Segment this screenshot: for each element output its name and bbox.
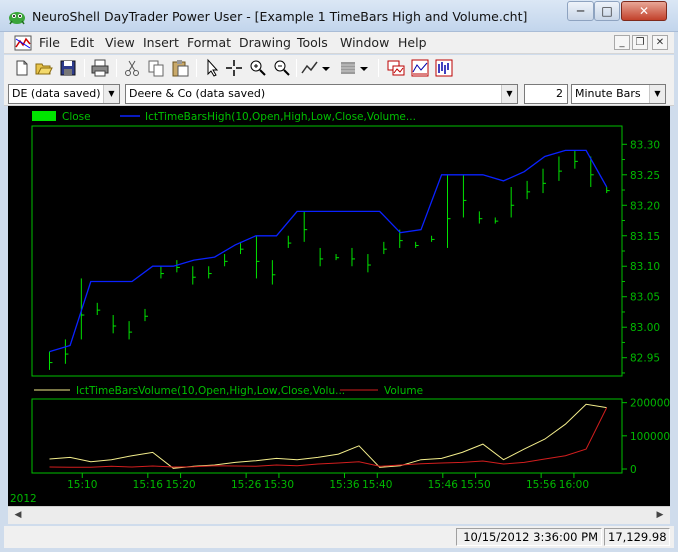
close-button[interactable]: ✕ — [621, 1, 667, 21]
price-axis-label: 83.25 — [630, 170, 660, 182]
maximize-button[interactable]: □ — [594, 1, 620, 21]
app-logo-icon — [9, 12, 25, 25]
symbol-selector-row: DE (data saved) ▼ Deere & Co (data saved… — [4, 82, 674, 106]
volume-panel-frame — [31, 398, 623, 474]
document-restore-button[interactable]: ❐ — [632, 35, 648, 50]
time-axis-label: 15:40 — [362, 479, 392, 491]
chevron-down-icon[interactable]: ▼ — [103, 85, 119, 103]
scroll-left-icon[interactable]: ◀ — [10, 508, 26, 523]
copy-icon[interactable] — [146, 58, 166, 78]
menu-file[interactable]: File — [39, 35, 60, 50]
legend-indicator-volume-label: IctTimeBarsVolume(10,Open,High,Low,Close… — [76, 385, 345, 397]
price-axis-label: 83.10 — [630, 261, 660, 273]
chart-b-icon[interactable] — [434, 58, 454, 78]
volume-axis-label: 100000 — [630, 431, 670, 443]
window-title: NeuroShell DayTrader Power User - [Examp… — [32, 9, 528, 24]
chevron-down-icon[interactable]: ▼ — [649, 85, 665, 103]
zoom-in-icon[interactable] — [248, 58, 268, 78]
pattern-tool-dropdown-icon[interactable] — [358, 58, 370, 78]
price-axis-label: 83.05 — [630, 292, 660, 304]
interval-input[interactable]: 2 — [524, 84, 568, 104]
security-select[interactable]: Deere & Co (data saved) ▼ — [125, 84, 518, 104]
price-axis-label: 83.30 — [630, 139, 660, 151]
chevron-down-icon[interactable]: ▼ — [501, 85, 517, 103]
bar-type-select-value: Minute Bars — [575, 87, 641, 100]
bar-type-select[interactable]: Minute Bars ▼ — [571, 84, 666, 104]
menu-help[interactable]: Help — [398, 35, 427, 50]
price-bars — [48, 150, 610, 370]
menu-insert[interactable]: Insert — [143, 35, 179, 50]
time-axis-label: 15:16 — [133, 479, 164, 491]
zoom-out-icon[interactable] — [272, 58, 292, 78]
time-axis-label: 15:46 — [428, 479, 459, 491]
time-axis-label: 15:26 — [231, 479, 262, 491]
price-axis-label: 83.15 — [630, 231, 660, 243]
legend-volume-label: Volume — [384, 385, 423, 397]
line-tool-icon[interactable] — [300, 58, 320, 78]
menu-bar: File Edit View Insert Format Drawing Too… — [4, 32, 674, 54]
menu-edit[interactable]: Edit — [70, 35, 94, 50]
document-chart-icon[interactable] — [14, 35, 32, 51]
print-icon[interactable] — [90, 58, 110, 78]
document-close-button[interactable]: ✕ — [652, 35, 668, 50]
status-bar: 10/15/2012 3:36:00 PM 17,129.98 — [4, 526, 674, 548]
price-axis-label: 82.95 — [630, 353, 660, 365]
time-axis-label: 15:50 — [460, 479, 490, 491]
volume-axis-label: 200000 — [630, 398, 670, 410]
scroll-right-icon[interactable]: ▶ — [652, 508, 668, 523]
pattern-tool-icon[interactable] — [338, 58, 358, 78]
menu-window[interactable]: Window — [340, 35, 389, 50]
time-axis-label: 15:36 — [329, 479, 360, 491]
paste-icon[interactable] — [170, 58, 190, 78]
time-axis-label: 15:10 — [67, 479, 97, 491]
save-icon[interactable] — [58, 58, 78, 78]
status-datetime: 10/15/2012 3:36:00 PM — [456, 528, 602, 546]
volume-series — [49, 407, 608, 468]
price-panel-frame — [31, 125, 623, 377]
price-axis: 83.30 83.25 83.20 83.15 83.10 83.05 83.00 82.95 — [622, 139, 660, 374]
menu-format[interactable]: Format — [187, 35, 231, 50]
status-value: 17,129.98 — [604, 528, 670, 546]
volume-axis: 200000 100000 0 — [622, 398, 670, 476]
volume-axis-label: 0 — [630, 464, 637, 476]
time-axis: 15:10 15:16 15:20 15:26 15:30 15:36 15:40 15:46… — [67, 473, 589, 491]
chart-window-icon[interactable] — [386, 58, 406, 78]
open-icon[interactable] — [34, 58, 54, 78]
symbol-select-value: DE (data saved) — [12, 87, 101, 100]
chart-area[interactable]: Close IctTimeBarsHigh(10,Open,High,Low,C… — [8, 106, 670, 506]
legend-high-label: IctTimeBarsHigh(10,Open,High,Low,Close,V… — [145, 111, 416, 123]
pointer-icon[interactable] — [202, 58, 222, 78]
minimize-button[interactable]: ─ — [567, 1, 594, 21]
security-select-value: Deere & Co (data saved) — [129, 87, 266, 100]
horizontal-scrollbar[interactable]: ◀ ▶ — [8, 506, 670, 524]
line-tool-dropdown-icon[interactable] — [320, 58, 332, 78]
chart-a-icon[interactable] — [410, 58, 430, 78]
symbol-select[interactable]: DE (data saved) ▼ — [8, 84, 120, 104]
new-icon[interactable] — [12, 58, 32, 78]
menu-view[interactable]: View — [105, 35, 135, 50]
year-label: 2012 — [10, 493, 37, 505]
legend-close-swatch — [32, 111, 56, 121]
chart-canvas[interactable]: Close IctTimeBarsHigh(10,Open,High,Low,C… — [8, 106, 670, 506]
legend-close-label: Close — [62, 111, 91, 123]
time-axis-label: 16:00 — [559, 479, 589, 491]
menu-drawing[interactable]: Drawing — [239, 35, 291, 50]
price-axis-label: 83.20 — [630, 200, 660, 212]
time-axis-label: 15:56 — [526, 479, 557, 491]
time-axis-label: 15:20 — [165, 479, 195, 491]
time-axis-label: 15:30 — [264, 479, 294, 491]
high-line-series — [49, 149, 608, 353]
price-axis-label: 83.00 — [630, 322, 660, 334]
toolbar — [4, 55, 674, 82]
title-bar: NeuroShell DayTrader Power User - [Examp… — [0, 0, 678, 32]
document-minimize-button[interactable]: _ — [614, 35, 630, 50]
menu-tools[interactable]: Tools — [297, 35, 328, 50]
indicator-volume-series — [49, 403, 607, 469]
crosshair-icon[interactable] — [224, 58, 244, 78]
cut-icon[interactable] — [122, 58, 142, 78]
